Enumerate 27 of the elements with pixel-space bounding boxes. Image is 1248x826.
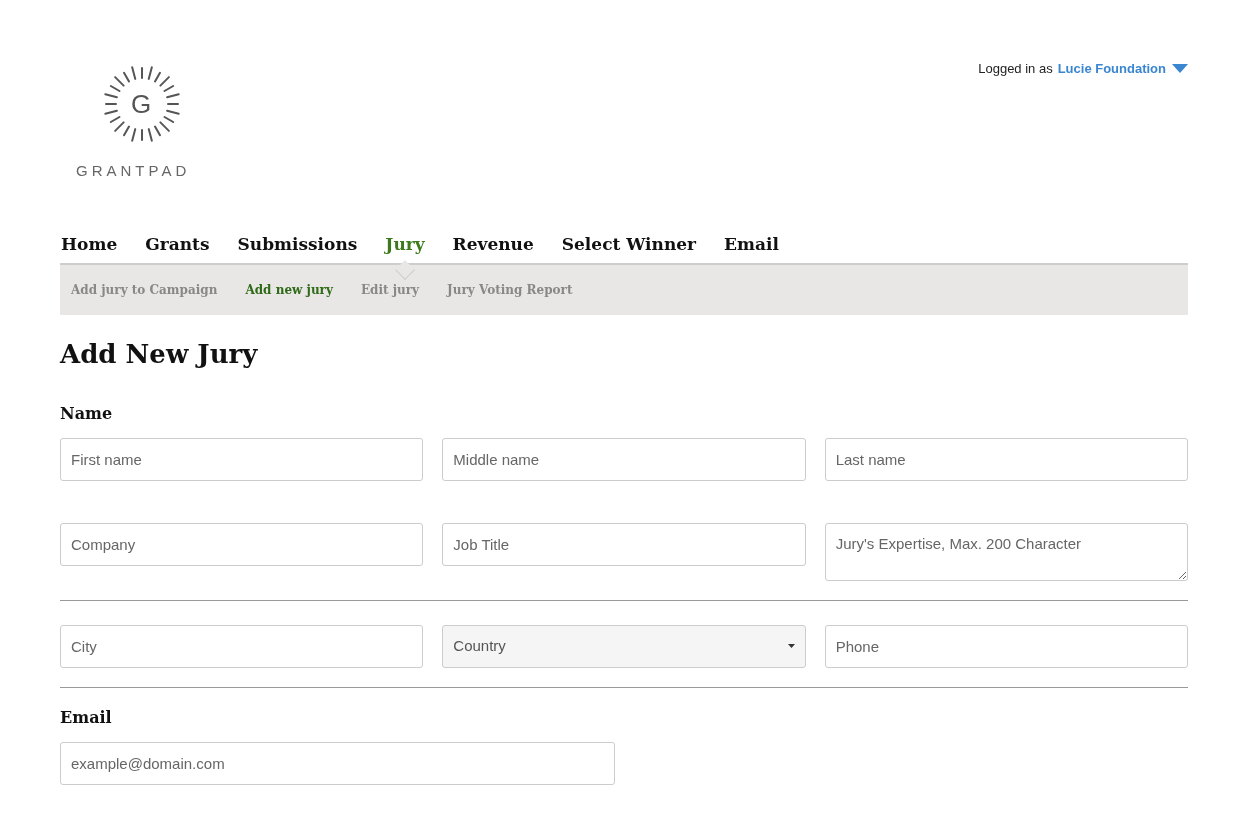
- input-field[interactable]: Company: [60, 522, 424, 566]
- nav-tab[interactable]: Revenue: [452, 230, 534, 257]
- input-field[interactable]: Job Title: [442, 522, 806, 566]
- input-field[interactable]: First name: [60, 437, 424, 481]
- section-label: Name: [60, 402, 114, 425]
- nav-tab[interactable]: Grants: [145, 230, 210, 257]
- logo-letter: G: [131, 89, 152, 119]
- nav-tab[interactable]: Email: [724, 230, 779, 257]
- caret-icon: [787, 644, 795, 648]
- nav-tab[interactable]: Home: [61, 230, 118, 257]
- page-heading: Add New Jury: [60, 337, 259, 371]
- logo-wordmark: GRANTPAD: [76, 161, 191, 181]
- input-field[interactable]: City: [60, 624, 424, 668]
- logged-in-label: Logged in as: [978, 60, 1053, 78]
- section-label: Email: [60, 706, 113, 729]
- nav-tab[interactable]: Select Winner: [561, 230, 696, 257]
- country-select[interactable]: Country: [442, 624, 806, 668]
- expertise-textarea[interactable]: Jury's Expertise, Max. 200 Character: [824, 522, 1188, 581]
- sun-rays-icon: [102, 64, 182, 144]
- input-field[interactable]: Phone: [824, 624, 1188, 668]
- subnav-link[interactable]: Add new jury: [245, 280, 333, 299]
- nav-tab[interactable]: Submissions: [237, 230, 358, 257]
- account-menu-link[interactable]: Lucie Foundation: [1057, 59, 1188, 79]
- caret-icon: [1172, 64, 1188, 74]
- input-field[interactable]: Last name: [824, 437, 1188, 481]
- email-field[interactable]: example@domain.com: [60, 741, 615, 785]
- input-field[interactable]: Middle name: [442, 437, 806, 481]
